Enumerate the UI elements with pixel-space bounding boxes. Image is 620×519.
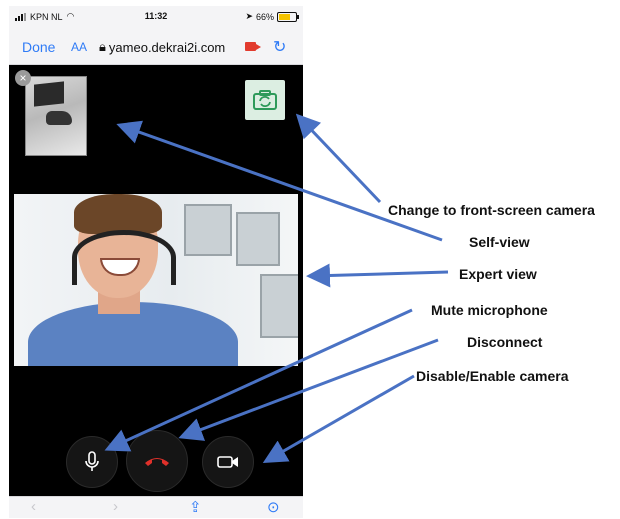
- arrow-self-view: [116, 120, 443, 242]
- arrow-disable-enable-camera: [262, 374, 415, 463]
- label-mute-microphone: Mute microphone: [431, 302, 548, 318]
- label-self-view: Self-view: [469, 234, 530, 250]
- label-expert-view: Expert view: [459, 266, 537, 282]
- arrow-mute-microphone: [104, 308, 413, 452]
- label-disable-enable-camera: Disable/Enable camera: [416, 368, 569, 384]
- arrow-expert-view: [306, 263, 449, 288]
- arrow-disconnect: [178, 338, 439, 441]
- annotation-arrows: [104, 113, 449, 463]
- arrow-change-camera: [295, 113, 382, 204]
- label-change-camera: Change to front-screen camera: [388, 202, 595, 218]
- label-disconnect: Disconnect: [467, 334, 543, 350]
